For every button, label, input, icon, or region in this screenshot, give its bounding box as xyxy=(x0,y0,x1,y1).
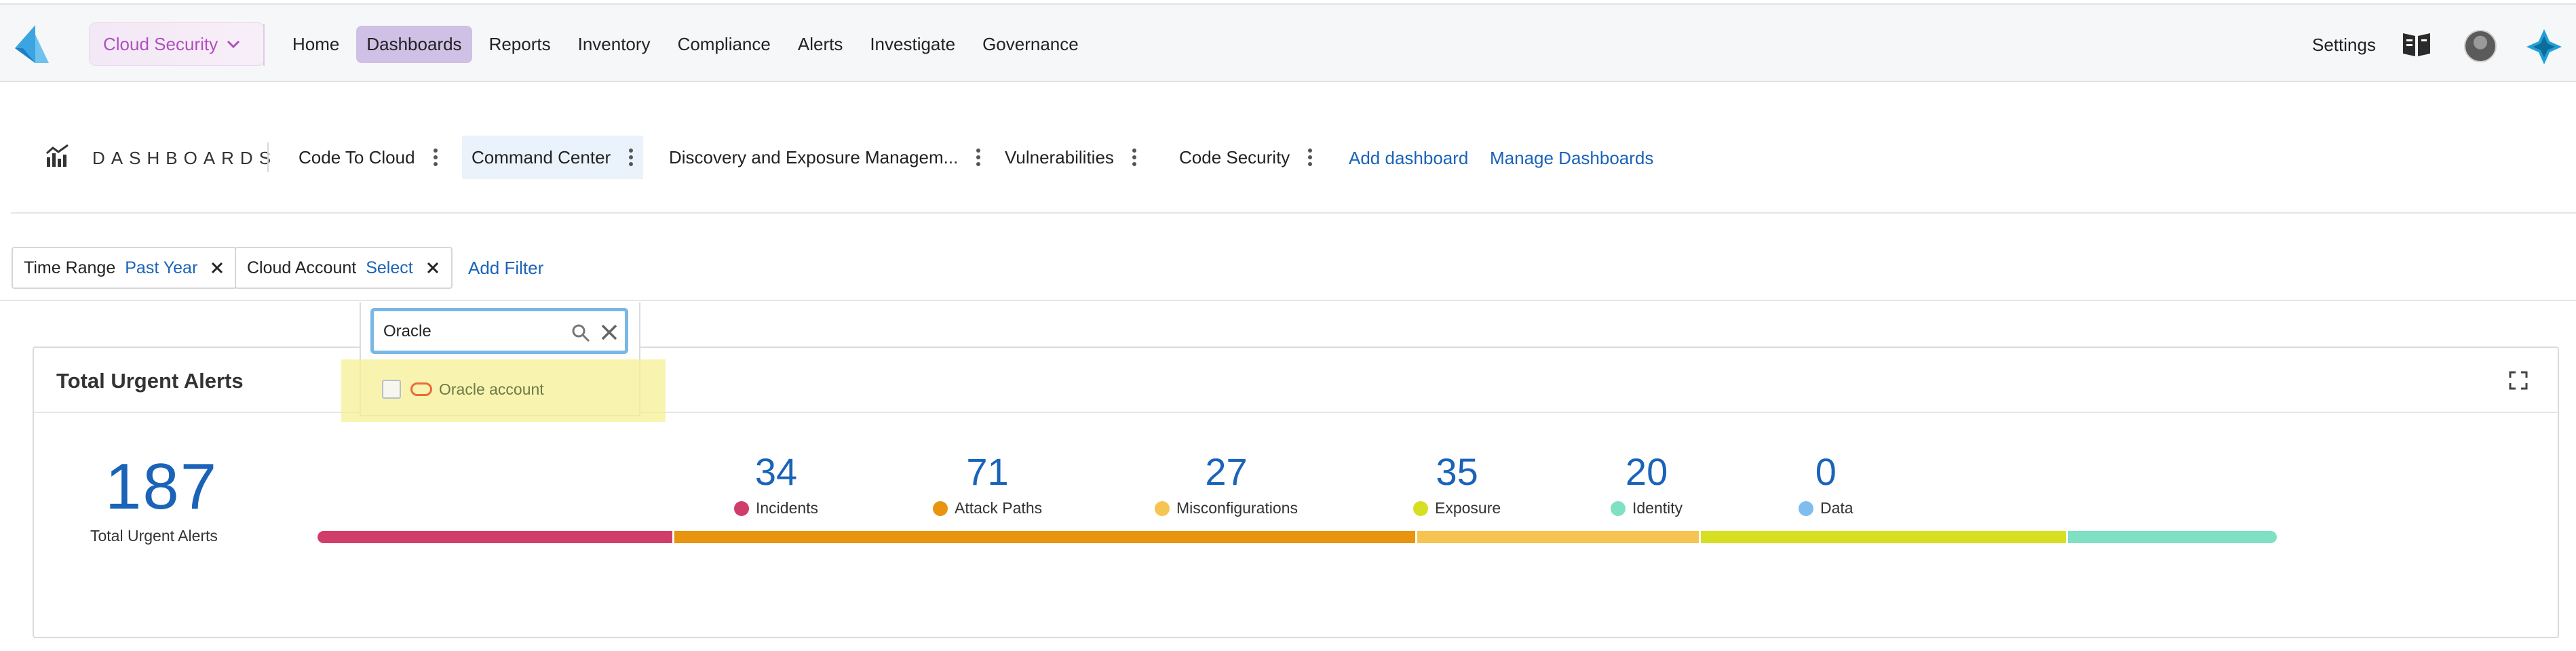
metric-value: 20 xyxy=(1625,450,1668,493)
dashboard-chart-icon xyxy=(46,144,69,167)
dashboards-separator xyxy=(267,142,269,172)
tab-code-to-cloud[interactable]: Code To Cloud xyxy=(299,136,438,179)
account-search-box[interactable] xyxy=(370,308,628,354)
tab-label: Discovery and Exposure Managem... xyxy=(669,146,959,167)
nav-item-dashboards[interactable]: Dashboards xyxy=(356,25,472,63)
more-options-icon[interactable] xyxy=(976,147,981,167)
close-icon[interactable] xyxy=(210,260,225,275)
tab-discovery-exposure[interactable]: Discovery and Exposure Managem... xyxy=(669,136,981,179)
dashboards-tab-bar: DASHBOARDS Code To Cloud Command Center … xyxy=(11,122,2576,214)
metric-label: Misconfigurations xyxy=(1176,499,1298,517)
more-options-icon[interactable] xyxy=(1307,147,1313,167)
clear-icon[interactable] xyxy=(600,323,619,342)
metric-attack-paths[interactable]: 71 Attack Paths xyxy=(933,450,1042,517)
alerts-distribution-bar xyxy=(318,531,2277,543)
tab-code-security[interactable]: Code Security xyxy=(1179,136,1313,179)
settings-link[interactable]: Settings xyxy=(2312,35,2376,56)
account-search-input[interactable] xyxy=(383,318,553,345)
misconfigurations-dot xyxy=(1155,500,1170,516)
option-label: Oracle account xyxy=(439,380,544,398)
metric-label: Attack Paths xyxy=(955,499,1043,517)
app-logo-icon[interactable] xyxy=(15,25,49,63)
search-icon[interactable] xyxy=(571,323,590,342)
cloud-account-filter[interactable]: Cloud Account Select xyxy=(235,247,453,289)
metric-value: 27 xyxy=(1205,450,1248,493)
option-checkbox[interactable] xyxy=(382,380,401,399)
total-alerts-label: Total Urgent Alerts xyxy=(90,527,218,545)
product-switcher[interactable]: Cloud Security xyxy=(89,22,265,66)
filter-label: Time Range xyxy=(24,258,116,277)
add-filter-link[interactable]: Add Filter xyxy=(468,258,543,279)
bar-segment-incidents xyxy=(318,531,672,543)
metric-label: Data xyxy=(1820,499,1853,517)
tab-label: Code To Cloud xyxy=(299,146,415,167)
filter-label: Cloud Account xyxy=(247,258,357,277)
more-options-icon[interactable] xyxy=(433,147,438,167)
bar-segment-exposure xyxy=(1701,531,2066,543)
nav-item-inventory[interactable]: Inventory xyxy=(568,26,661,63)
add-dashboard-link[interactable]: Add dashboard xyxy=(1349,148,1468,169)
metric-value: 35 xyxy=(1436,450,1478,493)
tab-label: Command Center xyxy=(472,146,611,167)
product-switcher-label: Cloud Security xyxy=(103,33,218,54)
filter-bar: Time Range Past Year Cloud Account Selec… xyxy=(0,237,2576,301)
brand-star-icon[interactable] xyxy=(2525,28,2563,66)
metric-exposure[interactable]: 35 Exposure xyxy=(1413,450,1501,517)
close-icon[interactable] xyxy=(425,260,440,275)
dashboards-title: DASHBOARDS xyxy=(92,148,277,168)
top-navigation-bar: Cloud Security Home Dashboards Reports I… xyxy=(0,3,2576,82)
tab-vulnerabilities[interactable]: Vulnerabilities xyxy=(1005,136,1137,179)
book-icon[interactable] xyxy=(2402,31,2431,58)
tab-label: Vulnerabilities xyxy=(1005,146,1114,167)
metric-label: Exposure xyxy=(1435,499,1501,517)
filter-value[interactable]: Select xyxy=(366,258,412,278)
nav-item-home[interactable]: Home xyxy=(282,26,349,63)
metric-label: Identity xyxy=(1632,499,1683,517)
bar-segment-attack-paths xyxy=(674,531,1415,543)
time-range-filter[interactable]: Time Range Past Year xyxy=(12,247,237,289)
tab-command-center[interactable]: Command Center xyxy=(462,136,644,179)
oracle-cloud-icon xyxy=(410,382,432,396)
card-title: Total Urgent Alerts xyxy=(56,369,244,393)
total-alerts-count: 187 xyxy=(105,450,218,523)
data-dot xyxy=(1799,500,1813,516)
nav-item-governance[interactable]: Governance xyxy=(972,26,1089,63)
metric-label: Incidents xyxy=(756,499,819,517)
identity-dot xyxy=(1611,500,1626,516)
metric-identity[interactable]: 20 Identity xyxy=(1611,450,1683,517)
metric-data[interactable]: 0 Data xyxy=(1799,450,1853,517)
exposure-dot xyxy=(1413,500,1428,516)
filter-value[interactable]: Past Year xyxy=(125,258,197,278)
metric-misconfigurations[interactable]: 27 Misconfigurations xyxy=(1155,450,1298,517)
main-nav: Home Dashboards Reports Inventory Compli… xyxy=(282,5,1096,83)
metric-value: 71 xyxy=(966,450,1009,493)
metric-value: 0 xyxy=(1815,450,1837,493)
tab-label: Code Security xyxy=(1179,146,1290,167)
more-options-icon[interactable] xyxy=(1132,147,1137,167)
user-avatar[interactable] xyxy=(2464,30,2497,62)
manage-dashboards-link[interactable]: Manage Dashboards xyxy=(1490,148,1653,169)
product-divider xyxy=(263,24,265,66)
metric-incidents[interactable]: 34 Incidents xyxy=(734,450,818,517)
more-options-icon[interactable] xyxy=(628,147,634,167)
attack-paths-dot xyxy=(933,500,948,516)
incidents-dot xyxy=(734,500,749,516)
nav-item-compliance[interactable]: Compliance xyxy=(668,26,781,63)
expand-icon[interactable] xyxy=(2509,371,2528,390)
bar-segment-identity xyxy=(2068,531,2277,543)
nav-item-reports[interactable]: Reports xyxy=(479,26,561,63)
chevron-down-icon xyxy=(227,40,240,49)
nav-item-investigate[interactable]: Investigate xyxy=(860,26,965,63)
metric-value: 34 xyxy=(754,450,798,493)
nav-item-alerts[interactable]: Alerts xyxy=(788,26,853,63)
bar-segment-misconfigurations xyxy=(1417,531,1699,543)
oracle-account-option[interactable]: Oracle account xyxy=(382,377,544,401)
